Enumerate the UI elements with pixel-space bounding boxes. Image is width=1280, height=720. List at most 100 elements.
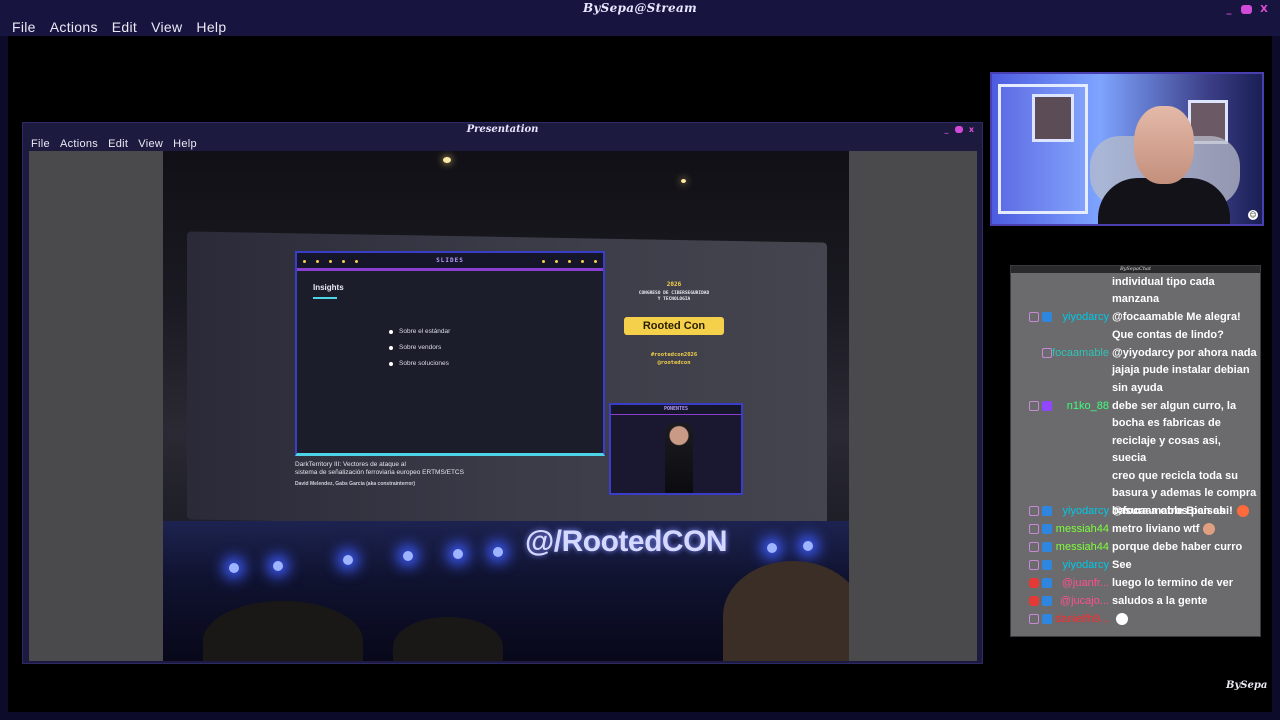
chat-username[interactable]: n1ko_88	[1067, 400, 1109, 412]
stage-floor	[163, 521, 849, 661]
pres-menu-actions[interactable]: Actions	[60, 138, 98, 150]
chat-message: yiyodarcy See	[1011, 557, 1260, 575]
chat-message-text: @yiyodarcy por ahora nada jajaja pude ins…	[1112, 345, 1258, 398]
slide-caption: DarkTerritory III: Vectores de ataque al…	[295, 461, 595, 487]
pres-minimize-button[interactable]: _	[942, 125, 951, 134]
presentation-window: Presentation _ x File Actions Edit View …	[22, 122, 983, 664]
chat-message-text: metro liviano wtf	[1112, 521, 1258, 539]
subscriber-icon	[1029, 560, 1039, 570]
chat-username[interactable]: yiyodarcy	[1063, 311, 1109, 323]
event-logo: Rooted Con	[624, 317, 724, 335]
chat-panel: plastico las frutas de formaindividual t…	[1010, 265, 1261, 637]
chat-badges	[1029, 596, 1052, 606]
chat-message-line: bocha es fabricas de	[1112, 417, 1221, 429]
pres-menu-edit[interactable]: Edit	[108, 138, 128, 150]
pres-menu-view[interactable]: View	[138, 138, 163, 150]
menu-actions[interactable]: Actions	[50, 19, 98, 35]
chat-username[interactable]: danielfh9...	[1055, 613, 1109, 625]
minimize-button[interactable]: _	[1223, 3, 1235, 15]
menu-edit[interactable]: Edit	[112, 19, 137, 35]
chat-message: n1ko_88 debe ser algun curro, la bocha es …	[1011, 398, 1260, 517]
chat-badges	[1029, 614, 1052, 624]
streamer-body	[1098, 178, 1230, 224]
talk-title-line1: DarkTerritory III: Vectores de ataque al	[295, 461, 406, 468]
pres-close-button[interactable]: x	[967, 125, 976, 134]
audience-head	[393, 617, 503, 661]
twitch-badge-icon	[1042, 524, 1052, 534]
chat-username[interactable]: yiyodarcy	[1063, 505, 1109, 517]
twitch-badge-icon	[1042, 578, 1052, 588]
menu-file[interactable]: File	[12, 19, 36, 35]
chat-message-text: porque debe haber curro	[1112, 539, 1258, 557]
close-button[interactable]: X	[1258, 3, 1270, 15]
emote-icon	[1116, 613, 1128, 626]
slide-heading-underline	[313, 297, 337, 299]
stage-light	[273, 561, 283, 571]
chat-username[interactable]: messiah44	[1056, 523, 1109, 535]
youtube-icon	[1029, 596, 1039, 606]
menu-help[interactable]: Help	[196, 19, 226, 35]
chat-message: @jucajo... saludos a la gente	[1011, 593, 1260, 611]
chat-message-line: individual tipo cada	[1112, 275, 1215, 288]
subscriber-icon	[1042, 347, 1052, 358]
event-tags: #rootedcon2026 @rootedcon	[619, 351, 729, 367]
stream-app-window: BySepa@Stream _ X File Actions Edit View…	[0, 0, 1280, 720]
event-subtitle-line2: Y TECNOLOGIA	[657, 297, 691, 302]
chat-badges	[1029, 506, 1052, 516]
chat-badges	[1029, 524, 1052, 534]
chat-badges	[1029, 312, 1052, 322]
chat-message: @juanfr... luego lo termino de ver	[1011, 575, 1260, 593]
chat-message-line: basura y ademas le compra	[1112, 487, 1257, 499]
chat-message: messiah44 metro liviano wtf	[1011, 521, 1260, 539]
webcam-corner-icon: ☺	[1248, 210, 1258, 220]
twitch-badge-icon	[1042, 312, 1052, 322]
chat-message-text: luego lo termino de ver	[1112, 575, 1258, 593]
event-subtitle: CONGRESO DE CIBERSEGURIDAD Y TECNOLOGIA	[619, 291, 729, 303]
ceiling-light	[681, 179, 686, 183]
main-menubar: File Actions Edit View Help	[0, 18, 1280, 36]
chat-message-line: debe ser algun curro, la	[1112, 399, 1237, 412]
wall-picture	[1032, 94, 1074, 142]
conference-stage-photo: SLIDES Insights Sobre el estándar Sobre …	[163, 151, 849, 661]
audience-head	[203, 601, 363, 661]
pres-menu-help[interactable]: Help	[173, 138, 197, 150]
window-titlebar[interactable]: BySepa@Stream _ X	[0, 0, 1280, 18]
presentation-content: SLIDES Insights Sobre el estándar Sobre …	[29, 151, 977, 661]
chat-badges	[1029, 400, 1052, 411]
chat-message-text: See	[1112, 557, 1258, 575]
chat-username[interactable]: @juanfr...	[1062, 577, 1109, 589]
chat-message: messiah44 porque debe haber curro	[1011, 539, 1260, 557]
chat-message-text	[1112, 611, 1258, 629]
chat-message-line: luego lo termino de ver	[1112, 577, 1234, 589]
chat-message: yiyodarcy @focaamable Me alegra! Que conta…	[1011, 309, 1260, 344]
chat-message-line: Que contas de lindo?	[1112, 328, 1224, 341]
speaker-box-titlebar: PONENTES	[611, 405, 741, 415]
twitch-badge-icon	[1042, 614, 1052, 624]
chat-message-line: sin ayuda	[1112, 381, 1163, 394]
speaker-box-label: PONENTES	[663, 406, 689, 412]
chat-username[interactable]: focaamable	[1052, 347, 1109, 359]
chat-username[interactable]: messiah44	[1056, 541, 1109, 553]
subscriber-icon	[1029, 524, 1039, 534]
presentation-titlebar[interactable]: Presentation _ x	[23, 123, 982, 137]
emote-icon	[1236, 505, 1249, 518]
chat-message-line: metro liviano wtf	[1112, 521, 1258, 539]
speaker-video-box: PONENTES	[609, 403, 743, 495]
event-info: 2026 CONGRESO DE CIBERSEGURIDAD Y TECNOL…	[619, 281, 729, 367]
pres-menu-file[interactable]: File	[31, 138, 50, 150]
chat-message-line: porque debe haber curro	[1112, 541, 1243, 553]
streamer-head	[1134, 106, 1194, 184]
pres-maximize-button[interactable]	[955, 126, 963, 133]
emote-icon	[1203, 523, 1216, 536]
maximize-button[interactable]	[1241, 4, 1252, 14]
stage-light	[767, 543, 777, 553]
chat-message-line	[1112, 611, 1258, 629]
chat-badges	[1042, 347, 1052, 358]
presentation-title: Presentation	[466, 124, 539, 135]
chat-message-line: See	[1112, 559, 1132, 571]
stage-light	[229, 563, 239, 573]
menu-view[interactable]: View	[151, 19, 182, 35]
stage-light	[453, 549, 463, 559]
chat-username[interactable]: yiyodarcy	[1063, 559, 1109, 571]
chat-username[interactable]: @jucajo...	[1060, 595, 1109, 607]
